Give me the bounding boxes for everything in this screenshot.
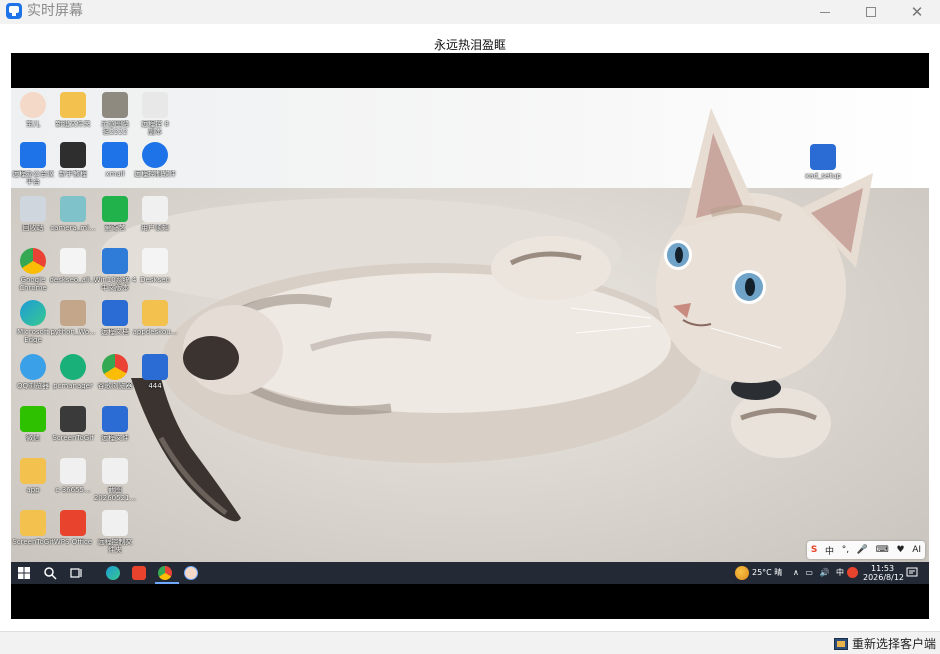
- status-bar: 重新选择客户端: [0, 631, 940, 654]
- edge-icon: [20, 300, 46, 326]
- skin-icon[interactable]: ♥: [896, 545, 904, 555]
- taskbar-time[interactable]: 11:53: [871, 564, 894, 573]
- desktop-icon-camera[interactable]: camera_mi...: [49, 196, 97, 232]
- screentogif-icon: [60, 406, 86, 432]
- desktop-icon-appdeskou[interactable]: appdeskou...: [131, 300, 179, 336]
- image-file-icon: [102, 92, 128, 118]
- ime-toolbar[interactable]: S 中 °, 🎤 ⌨ ♥ AI: [807, 541, 925, 559]
- title-bar: 实时屏幕 ✕: [0, 0, 940, 24]
- folder-icon: [142, 300, 168, 326]
- qq-browser-icon: [20, 354, 46, 380]
- close-button[interactable]: ✕: [894, 0, 940, 24]
- taskbar-date[interactable]: 2026/8/12: [863, 573, 904, 582]
- active-app-indicator: [155, 582, 179, 584]
- task-view-icon[interactable]: [69, 566, 83, 580]
- file-icon: [60, 248, 86, 274]
- desktop-icon-remote-software[interactable]: 远程控制软件: [131, 142, 179, 178]
- minimize-button[interactable]: [802, 0, 848, 24]
- keyboard-icon[interactable]: ⌨: [876, 545, 889, 555]
- avatar-icon: [20, 92, 46, 118]
- iqiyi-icon: [102, 196, 128, 222]
- remote-screen-title: 永远热泪盈眶: [433, 38, 506, 52]
- installer-icon: [810, 144, 836, 170]
- wps-icon[interactable]: [132, 566, 146, 580]
- video-icon: [60, 142, 86, 168]
- desktop-icon-remote-folder[interactable]: 远程控制文 件夹: [91, 510, 139, 554]
- folder-icon: [20, 458, 46, 484]
- app-logo-icon: [6, 3, 22, 19]
- edge-icon[interactable]: [106, 566, 120, 580]
- desktop-icon-new-folder[interactable]: 新建文件夹: [49, 92, 97, 128]
- minimize-icon: [820, 11, 830, 13]
- windows-icon: [102, 248, 128, 274]
- desktop-icon-wps-office[interactable]: WPS Office: [49, 510, 97, 546]
- sogou-tray-icon[interactable]: [847, 567, 858, 578]
- remote-desktop[interactable]: 宝儿 新建文件夹 示意图路 径2222 远程控 8 副本 远程办公会议 平台 新手教程…: [11, 88, 929, 562]
- sogou-icon[interactable]: S: [811, 545, 817, 555]
- close-icon: ✕: [910, 2, 924, 21]
- pcmanager-icon: [60, 354, 86, 380]
- folder-icon: [20, 510, 46, 536]
- folder-icon: [60, 92, 86, 118]
- avatar-app-icon[interactable]: [184, 566, 198, 580]
- word-doc-icon: [102, 300, 128, 326]
- camera-file-icon: [60, 196, 86, 222]
- chrome-icon: [20, 248, 46, 274]
- document-icon: [142, 92, 168, 118]
- remote-taskbar: 25°C 晴 ∧ ▭ 🔊 中 11:53 2026/8/12: [11, 562, 929, 584]
- image-file-icon: [102, 458, 128, 484]
- desktop-icon-screenshot[interactable]: 截图 20260521...: [91, 458, 139, 502]
- reselect-client-label: 重新选择客户端: [852, 637, 937, 651]
- desktop-icon-xad-setup[interactable]: xad_setup: [799, 144, 847, 180]
- wps-icon: [60, 510, 86, 536]
- word-doc-icon: [102, 406, 128, 432]
- remote-app-icon: [142, 142, 168, 168]
- windows-start-icon[interactable]: [17, 566, 31, 580]
- desktop-icon-tutorial[interactable]: 新手教程: [49, 142, 97, 178]
- maximize-button[interactable]: [848, 0, 894, 24]
- desktop-icon-screentogif[interactable]: ScreenToGif: [49, 406, 97, 442]
- notification-icon[interactable]: [906, 567, 918, 579]
- desktop-icon-deskseo-ali[interactable]: deskseo_ali...: [49, 248, 97, 284]
- xmall-icon: [102, 142, 128, 168]
- desktop-icon-python[interactable]: python_Wo...: [49, 300, 97, 336]
- chrome-icon: [102, 354, 128, 380]
- desktop-icon-c366[interactable]: c-36655...: [49, 458, 97, 494]
- recycle-bin-icon: [20, 196, 46, 222]
- monitor-icon: [834, 638, 848, 650]
- python-file-icon: [60, 300, 86, 326]
- desktop-icon-444[interactable]: 444: [131, 354, 179, 390]
- desktop-icon-deskseo[interactable]: Deskseo: [131, 248, 179, 284]
- file-icon: [102, 510, 128, 536]
- maximize-icon: [866, 7, 876, 17]
- word-doc-icon: [142, 354, 168, 380]
- desktop-icon-remote-copy[interactable]: 远程控 8 副本: [131, 92, 179, 136]
- chrome-icon[interactable]: [158, 566, 172, 580]
- system-tray[interactable]: ∧ ▭ 🔊 中: [793, 568, 846, 577]
- weather-text[interactable]: 25°C 晴: [752, 568, 782, 577]
- window-title: 实时屏幕: [27, 3, 83, 19]
- ime-ai[interactable]: AI: [912, 545, 921, 555]
- desktop-icon-user-notice[interactable]: 用户须知: [131, 196, 179, 232]
- weather-icon: [735, 566, 749, 580]
- desktop-icon-pcmanager[interactable]: pcmanager: [49, 354, 97, 390]
- reselect-client-button[interactable]: 重新选择客户端: [834, 636, 936, 652]
- image-file-icon: [60, 458, 86, 484]
- remote-app-icon: [20, 142, 46, 168]
- microphone-icon[interactable]: 🎤: [857, 545, 868, 555]
- document-icon: [142, 196, 168, 222]
- wechat-icon: [20, 406, 46, 432]
- desktop-icon-remote-file[interactable]: 远程文件: [91, 406, 139, 442]
- search-icon[interactable]: [43, 566, 57, 580]
- ime-punctuation[interactable]: °,: [842, 545, 849, 555]
- ime-chinese-mode[interactable]: 中: [825, 544, 834, 557]
- file-icon: [142, 248, 168, 274]
